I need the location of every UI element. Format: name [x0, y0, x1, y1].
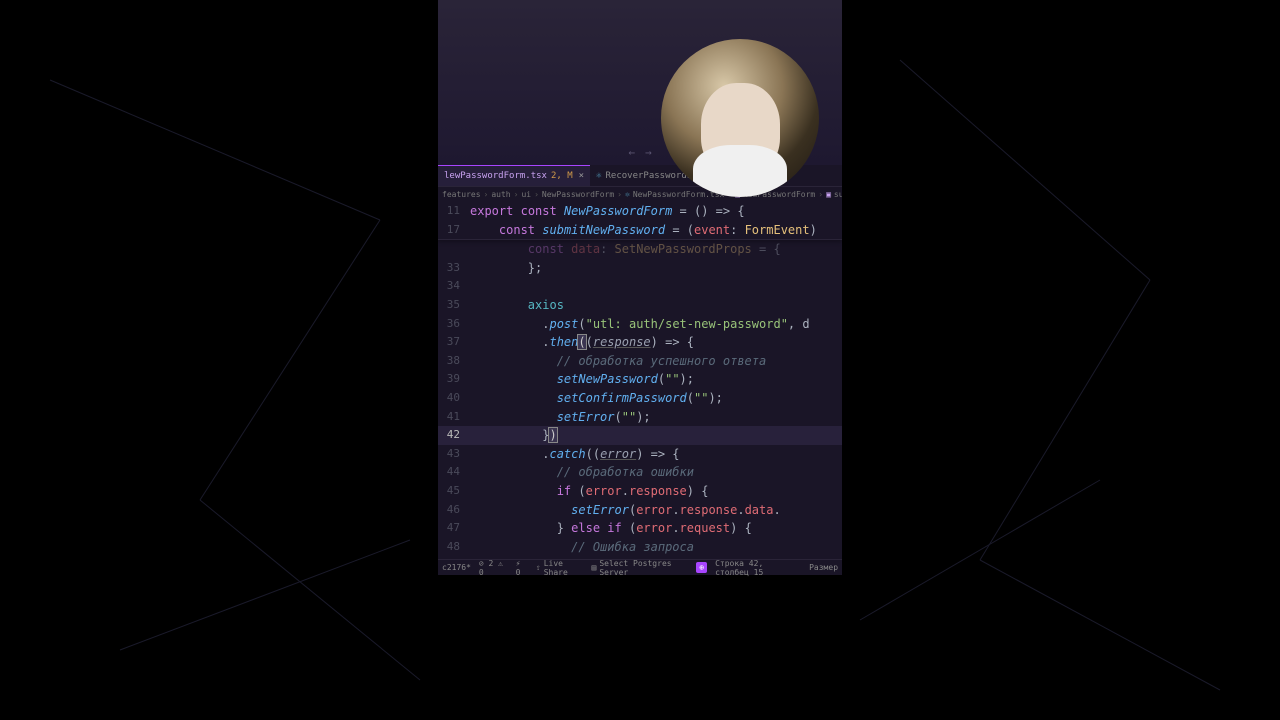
react-icon: ⚛	[596, 171, 601, 181]
code-line[interactable]: 43 .catch((error) => {	[438, 445, 842, 464]
line-number: 43	[438, 445, 470, 464]
code-line[interactable]: 37 .then((response) => {	[438, 333, 842, 352]
status-problems[interactable]: ⊘ 2 ⚠ 0	[479, 559, 508, 577]
line-number: 37	[438, 333, 470, 352]
symbol-icon: ▣	[826, 190, 831, 199]
code-line[interactable]: 40 setConfirmPassword("");	[438, 389, 842, 408]
line-number: 17	[438, 221, 470, 240]
line-number: 46	[438, 501, 470, 520]
status-live-share[interactable]: ⇪ Live Share	[536, 559, 584, 577]
status-branch[interactable]: c2176*	[442, 563, 471, 572]
code-line[interactable]: 34	[438, 277, 842, 296]
code-line[interactable]: 44 // обработка ошибки	[438, 463, 842, 482]
code-line[interactable]: 36 .post("utl: auth/set-new-password", d	[438, 315, 842, 334]
status-cursor-pos[interactable]: Строка 42, столбец 15	[715, 559, 801, 577]
breadcrumb-symbol[interactable]: submitNewPas	[834, 190, 842, 199]
line-number: 49	[438, 556, 470, 559]
code-line[interactable]: 46 setError(error.response.data.	[438, 501, 842, 520]
line-number: 40	[438, 389, 470, 408]
code-line[interactable]: 49 setError("Network error. Plea	[438, 556, 842, 559]
line-number: 11	[438, 202, 470, 221]
code-line[interactable]: 11 export const NewPasswordForm = () => …	[438, 202, 842, 221]
breadcrumb-part[interactable]: auth	[491, 190, 510, 199]
code-line[interactable]: 47 } else if (error.request) {	[438, 519, 842, 538]
line-number: 39	[438, 370, 470, 389]
line-number: 47	[438, 519, 470, 538]
close-icon[interactable]: ×	[579, 171, 584, 181]
code-line-current[interactable]: 42 })	[438, 426, 842, 445]
status-bar: c2176* ⊘ 2 ⚠ 0 ⚡ 0 ⇪ Live Share ▤ Select…	[438, 559, 842, 575]
react-icon: ⚛	[625, 190, 630, 199]
line-number: 45	[438, 482, 470, 501]
status-postgres[interactable]: ▤ Select Postgres Server	[592, 559, 689, 577]
breadcrumb-part[interactable]: features	[442, 190, 481, 199]
webcam-overlay	[661, 39, 819, 197]
code-line[interactable]: 45 if (error.response) {	[438, 482, 842, 501]
code-line[interactable]: const data: SetNewPasswordProps = {	[438, 240, 842, 259]
nav-arrows: ← →	[628, 146, 651, 159]
line-number: 36	[438, 315, 470, 334]
line-number: 44	[438, 463, 470, 482]
text-cursor	[557, 429, 558, 443]
line-number: 48	[438, 538, 470, 557]
line-number: 33	[438, 259, 470, 278]
code-line[interactable]: 48 // Ошибка запроса	[438, 538, 842, 557]
code-editor[interactable]: 11 export const NewPasswordForm = () => …	[438, 202, 842, 559]
tab-active[interactable]: lewPasswordForm.tsx 2, M ×	[438, 165, 590, 186]
status-zoom[interactable]: ⊕	[696, 562, 707, 573]
code-line[interactable]: 17 const submitNewPassword = (event: For…	[438, 221, 842, 240]
code-line[interactable]: 41 setError("");	[438, 408, 842, 427]
code-line[interactable]: 35 axios	[438, 296, 842, 315]
status-size[interactable]: Размер	[809, 563, 838, 572]
code-line[interactable]: 33 };	[438, 259, 842, 278]
line-number	[438, 240, 470, 259]
code-line[interactable]: 38 // обработка успешного ответа	[438, 352, 842, 371]
breadcrumb-part[interactable]: ui	[521, 190, 531, 199]
breadcrumb-part[interactable]: NewPasswordForm	[542, 190, 614, 199]
line-number: 35	[438, 296, 470, 315]
file-label: lewPasswordForm.tsx	[444, 171, 547, 181]
nav-back-icon[interactable]: ←	[628, 146, 635, 159]
code-line[interactable]: 39 setNewPassword("");	[438, 370, 842, 389]
line-number: 34	[438, 277, 470, 296]
tab-modified-badge: 2, M	[551, 171, 573, 181]
line-number: 41	[438, 408, 470, 427]
nav-forward-icon[interactable]: →	[645, 146, 652, 159]
status-ports[interactable]: ⚡ 0	[516, 559, 528, 577]
line-number: 38	[438, 352, 470, 371]
line-number: 42	[438, 426, 470, 445]
